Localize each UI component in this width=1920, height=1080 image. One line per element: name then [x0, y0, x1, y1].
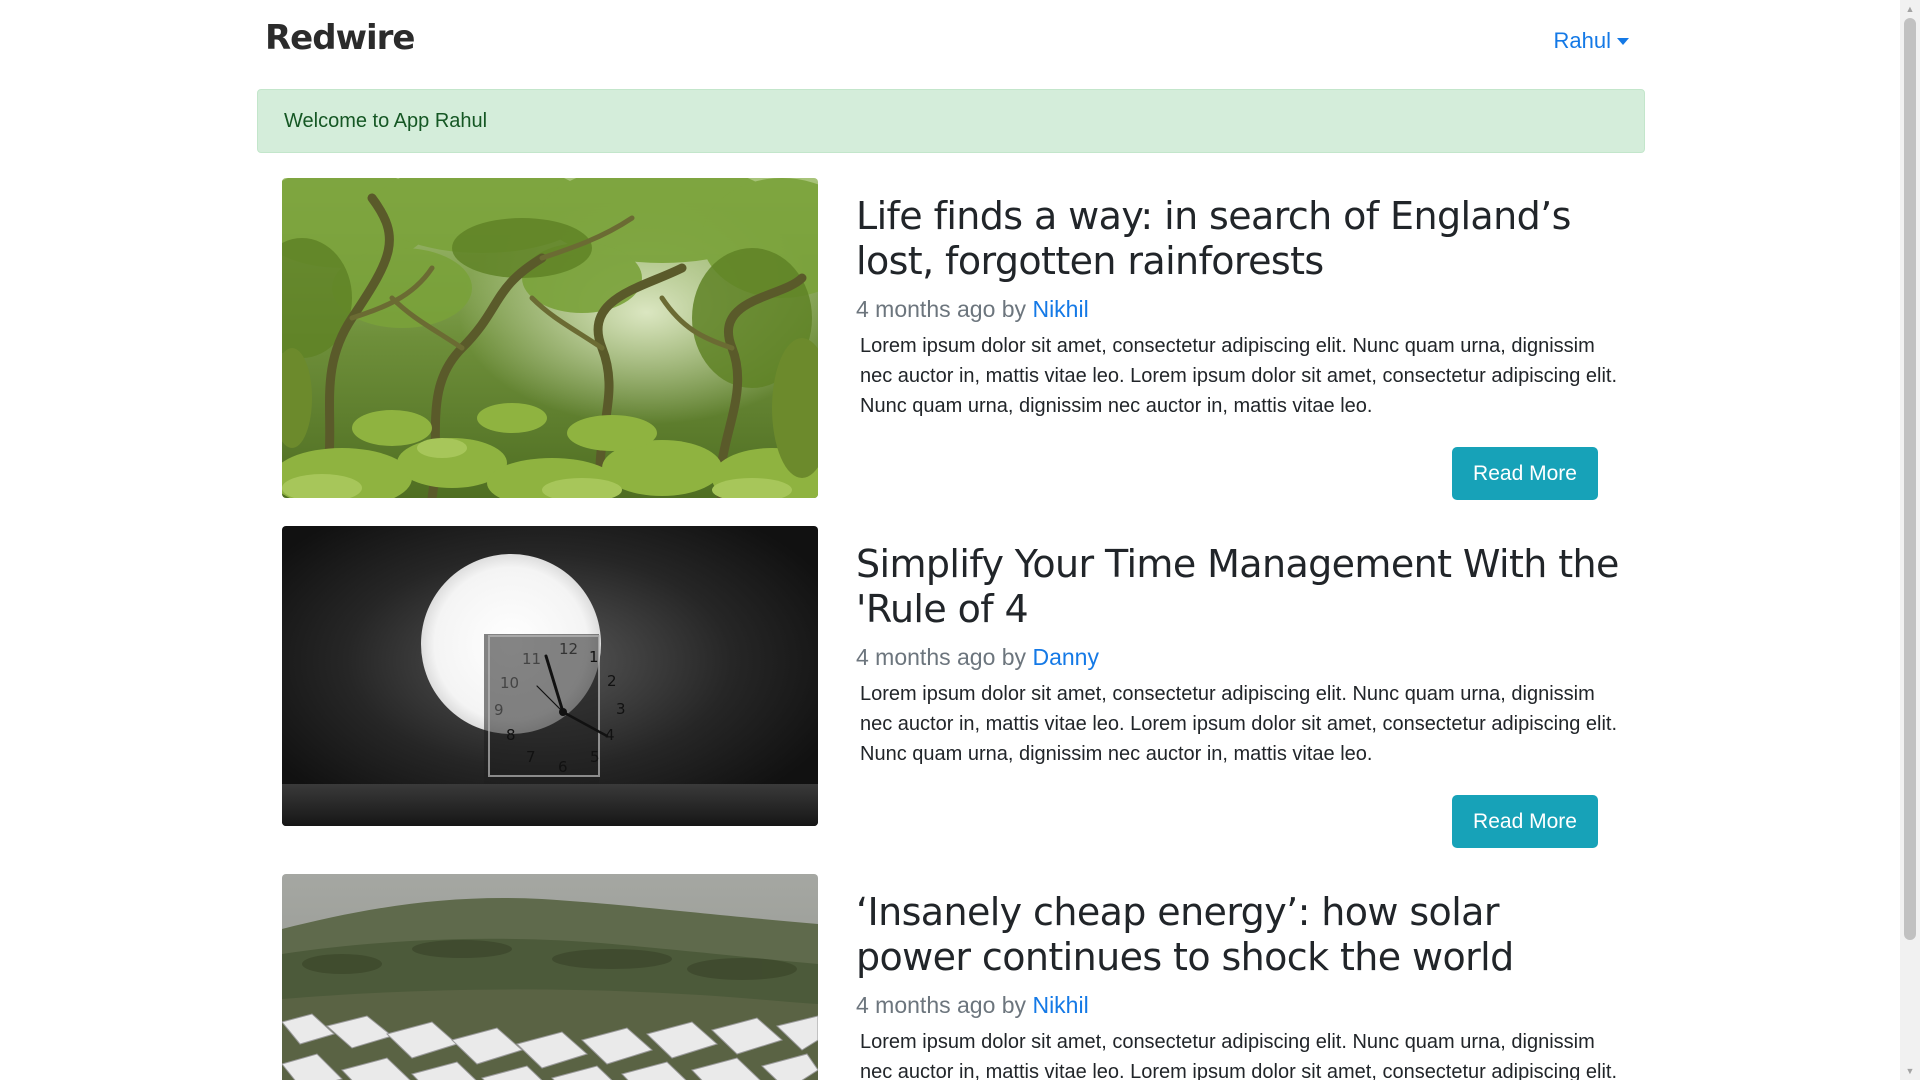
- post-time: 4 months ago by: [856, 296, 1033, 322]
- clock-number: 10: [500, 674, 519, 692]
- post-body: Simplify Your Time Management With the '…: [856, 542, 1620, 769]
- post-title[interactable]: ‘Insanely cheap energy’: how solar power…: [856, 890, 1620, 980]
- viewport: Redwire Rahul Welcome to App Rahul Life …: [0, 0, 1920, 1080]
- scrollbar-thumb[interactable]: [1904, 18, 1916, 940]
- post-author-link[interactable]: Nikhil: [1032, 992, 1088, 1018]
- post-body: Life finds a way: in search of England’s…: [856, 194, 1620, 421]
- clock-number: 12: [559, 640, 578, 658]
- clock-photo: 12 1 2 3 4 5 6 7 8 9 10 11: [282, 526, 818, 826]
- read-more-button[interactable]: Read More: [1452, 795, 1598, 848]
- clock-number: 6: [558, 758, 568, 776]
- post-title[interactable]: Simplify Your Time Management With the '…: [856, 542, 1620, 632]
- post-image-forest[interactable]: [282, 178, 818, 498]
- post-time: 4 months ago by: [856, 992, 1033, 1018]
- post-card: ‘Insanely cheap energy’: how solar power…: [282, 874, 1620, 1080]
- post-card: Life finds a way: in search of England’s…: [282, 178, 1620, 500]
- navbar: Redwire Rahul: [257, 0, 1645, 86]
- vertical-scrollbar[interactable]: ▲ ▼: [1900, 0, 1920, 1080]
- clock-number: 1: [589, 648, 599, 666]
- clock-number: 5: [590, 748, 600, 766]
- post-body: ‘Insanely cheap energy’: how solar power…: [856, 890, 1620, 1080]
- post-meta: 4 months ago by Danny: [856, 644, 1620, 671]
- clock-number: 9: [494, 701, 504, 719]
- user-name: Rahul: [1553, 28, 1611, 53]
- post-meta: 4 months ago by Nikhil: [856, 296, 1620, 323]
- post-meta: 4 months ago by Nikhil: [856, 992, 1620, 1019]
- page: Redwire Rahul Welcome to App Rahul Life …: [0, 0, 1900, 1080]
- scroll-up-arrow-icon[interactable]: ▲: [1900, 0, 1920, 18]
- post-time: 4 months ago by: [856, 644, 1033, 670]
- post-image-clock[interactable]: 12 1 2 3 4 5 6 7 8 9 10 11: [282, 526, 818, 826]
- clock-number: 2: [607, 672, 617, 690]
- clock-number: 7: [526, 748, 536, 766]
- clock-number: 3: [616, 700, 626, 718]
- clock-number: 11: [522, 650, 541, 668]
- post-excerpt: Lorem ipsum dolor sit amet, consectetur …: [860, 335, 1618, 417]
- welcome-alert: Welcome to App Rahul: [257, 89, 1645, 153]
- forest-photo: [282, 178, 818, 498]
- post-author-link[interactable]: Danny: [1032, 644, 1098, 670]
- post-excerpt: Lorem ipsum dolor sit amet, consectetur …: [860, 683, 1618, 765]
- read-more-button[interactable]: Read More: [1452, 447, 1598, 500]
- user-dropdown-toggle[interactable]: Rahul: [1554, 28, 1629, 54]
- post-title[interactable]: Life finds a way: in search of England’s…: [856, 194, 1620, 284]
- brand-logo[interactable]: Redwire: [265, 18, 415, 58]
- post-author-link[interactable]: Nikhil: [1032, 296, 1088, 322]
- post-image-solar[interactable]: [282, 874, 818, 1080]
- alert-message: Welcome to App Rahul: [284, 110, 488, 132]
- solar-farm-photo: [282, 874, 818, 1080]
- caret-down-icon: [1617, 37, 1629, 45]
- post-card: 12 1 2 3 4 5 6 7 8 9 10 11 Simplify Your…: [282, 526, 1620, 848]
- post-excerpt: Lorem ipsum dolor sit amet, consectetur …: [860, 1031, 1618, 1080]
- clock-number: 8: [506, 726, 516, 744]
- scroll-down-arrow-icon[interactable]: ▼: [1900, 1062, 1920, 1080]
